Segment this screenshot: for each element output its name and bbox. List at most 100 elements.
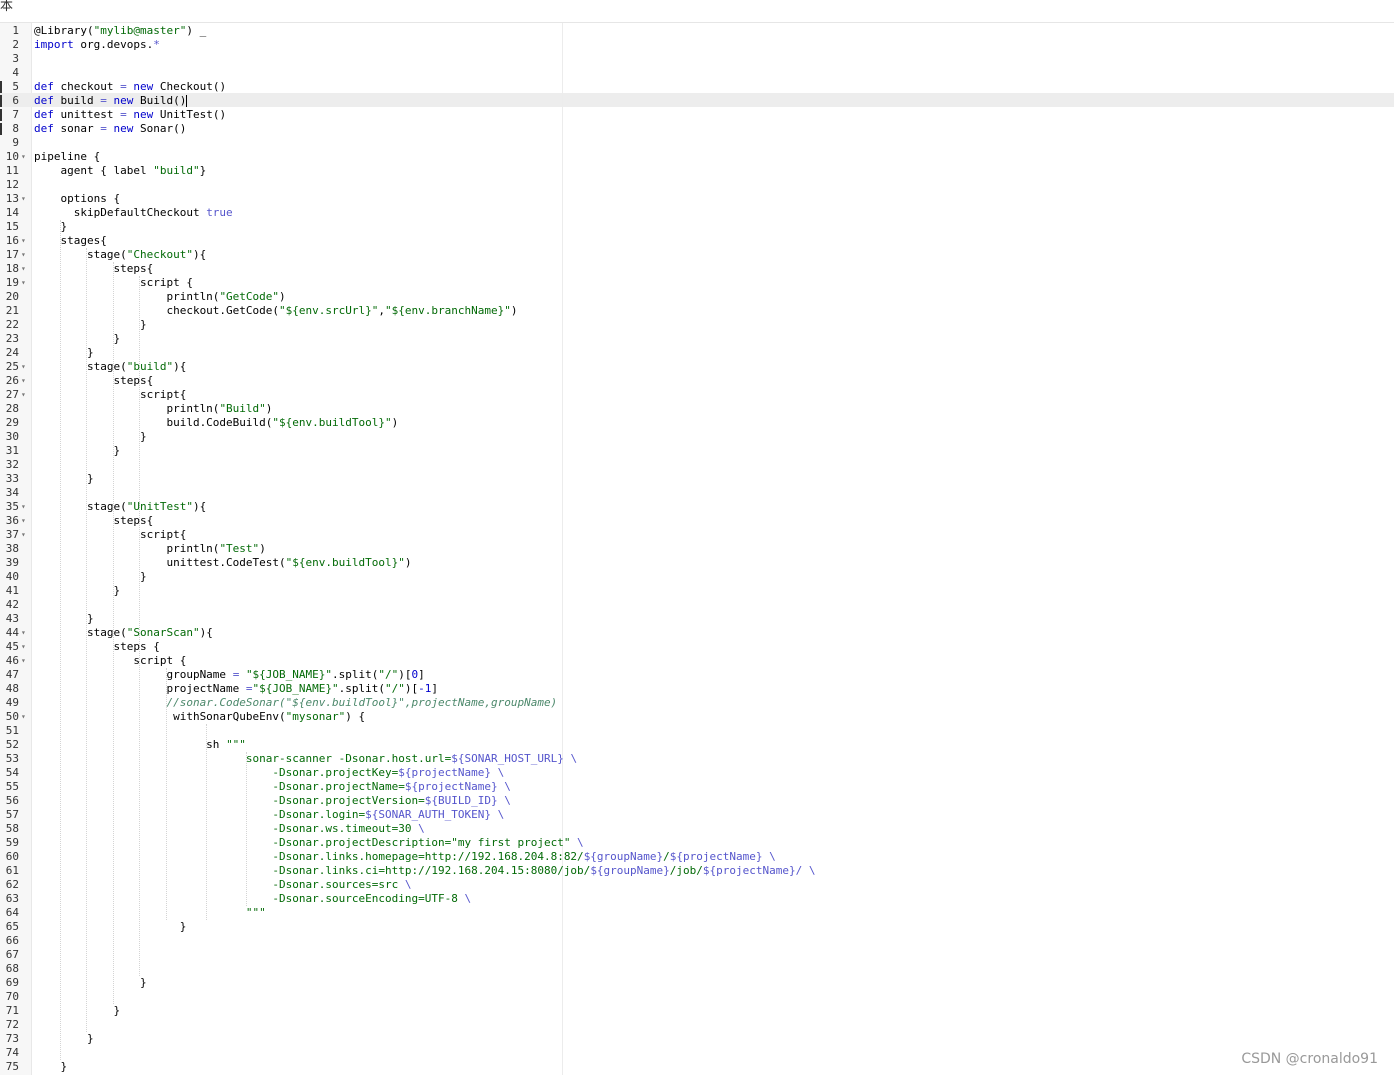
code-line[interactable]: 67 [0, 948, 1394, 962]
code-line[interactable]: 24 } [0, 346, 1394, 360]
line-number[interactable]: 55 [0, 780, 19, 794]
line-code[interactable]: -Dsonar.sourceEncoding=UTF-8 \ [34, 892, 471, 906]
fold-toggle-icon[interactable]: ▾ [21, 276, 26, 290]
line-number[interactable]: 27 [0, 388, 19, 402]
line-number[interactable]: 73 [0, 1032, 19, 1046]
line-number[interactable]: 66 [0, 934, 19, 948]
code-line[interactable]: 61 -Dsonar.links.ci=http://192.168.204.1… [0, 864, 1394, 878]
line-number[interactable]: 29 [0, 416, 19, 430]
fold-toggle-icon[interactable]: ▾ [21, 710, 26, 724]
line-code[interactable]: //sonar.CodeSonar("${env.buildTool}",pro… [34, 696, 557, 710]
line-number[interactable]: 2 [0, 38, 19, 52]
code-line[interactable]: 56 -Dsonar.projectVersion=${BUILD_ID} \ [0, 794, 1394, 808]
line-code[interactable]: def checkout = new Checkout() [34, 80, 226, 94]
code-line[interactable]: 16 ▾ stages{ [0, 234, 1394, 248]
code-line[interactable]: 43 } [0, 612, 1394, 626]
line-number[interactable]: 46 [0, 654, 19, 668]
line-number[interactable]: 44 [0, 626, 19, 640]
code-line[interactable]: 62 -Dsonar.sources=src \ [0, 878, 1394, 892]
line-number[interactable]: 3 [0, 52, 19, 66]
line-code[interactable]: def sonar = new Sonar() [34, 122, 186, 136]
line-number[interactable]: 51 [0, 724, 19, 738]
fold-toggle-icon[interactable]: ▾ [21, 626, 26, 640]
code-line[interactable]: 2 import org.devops.* [0, 38, 1394, 52]
code-line[interactable]: 49 //sonar.CodeSonar("${env.buildTool}",… [0, 696, 1394, 710]
code-line[interactable]: 36 ▾ steps{ [0, 514, 1394, 528]
line-number[interactable]: 57 [0, 808, 19, 822]
code-line[interactable]: 55 -Dsonar.projectName=${projectName} \ [0, 780, 1394, 794]
line-code[interactable]: sh """ [34, 738, 246, 752]
code-line[interactable]: 37 ▾ script{ [0, 528, 1394, 542]
code-line[interactable]: 74 [0, 1046, 1394, 1060]
code-line[interactable]: 35 ▾ stage("UnitTest"){ [0, 500, 1394, 514]
line-code[interactable]: steps{ [34, 374, 153, 388]
fold-toggle-icon[interactable]: ▾ [21, 248, 26, 262]
line-code[interactable]: script { [34, 276, 193, 290]
line-number[interactable]: 48 [0, 682, 19, 696]
line-number[interactable]: 42 [0, 598, 19, 612]
line-number[interactable]: 75 [0, 1060, 19, 1074]
line-number[interactable]: 4 [0, 66, 19, 80]
line-number[interactable]: 40 [0, 570, 19, 584]
line-code[interactable]: } [34, 1060, 67, 1074]
line-code[interactable]: } [34, 584, 120, 598]
line-number[interactable]: 41 [0, 584, 19, 598]
line-number[interactable]: 8 [0, 122, 19, 136]
fold-toggle-icon[interactable]: ▾ [21, 234, 26, 248]
code-line[interactable]: 52 sh """ [0, 738, 1394, 752]
line-code[interactable]: } [34, 612, 94, 626]
line-code[interactable]: stage("SonarScan"){ [34, 626, 213, 640]
code-line[interactable]: 47 groupName = "${JOB_NAME}".split("/")[… [0, 668, 1394, 682]
code-line[interactable]: 58 -Dsonar.ws.timeout=30 \ [0, 822, 1394, 836]
line-code[interactable]: agent { label "build"} [34, 164, 206, 178]
line-number[interactable]: 36 [0, 514, 19, 528]
line-code[interactable]: -Dsonar.links.ci=http://192.168.204.15:8… [34, 864, 815, 878]
code-line[interactable]: 45 ▾ steps { [0, 640, 1394, 654]
line-number[interactable]: 63 [0, 892, 19, 906]
code-line[interactable]: 54 -Dsonar.projectKey=${projectName} \ [0, 766, 1394, 780]
line-number[interactable]: 31 [0, 444, 19, 458]
line-number[interactable]: 20 [0, 290, 19, 304]
line-number[interactable]: 74 [0, 1046, 19, 1060]
code-line[interactable]: 57 -Dsonar.login=${SONAR_AUTH_TOKEN} \ [0, 808, 1394, 822]
code-line[interactable]: 41 } [0, 584, 1394, 598]
line-number[interactable]: 30 [0, 430, 19, 444]
line-number[interactable]: 67 [0, 948, 19, 962]
line-number[interactable]: 23 [0, 332, 19, 346]
line-code[interactable]: -Dsonar.sources=src \ [34, 878, 411, 892]
fold-toggle-icon[interactable]: ▾ [21, 374, 26, 388]
line-number[interactable]: 5 [0, 80, 19, 94]
code-editor[interactable]: 1 @Library("mylib@master") _ 2 import org.d… [0, 23, 1394, 1075]
line-number[interactable]: 60 [0, 850, 19, 864]
code-line[interactable]: 60 -Dsonar.links.homepage=http://192.168… [0, 850, 1394, 864]
code-line[interactable]: 40 } [0, 570, 1394, 584]
line-number[interactable]: 69 [0, 976, 19, 990]
line-number[interactable]: 62 [0, 878, 19, 892]
code-line[interactable]: 66 [0, 934, 1394, 948]
fold-toggle-icon[interactable]: ▾ [21, 262, 26, 276]
line-code[interactable]: } [34, 220, 67, 234]
line-code[interactable]: } [34, 430, 147, 444]
code-line[interactable]: 33 } [0, 472, 1394, 486]
line-code[interactable]: } [34, 920, 187, 934]
code-line[interactable]: 3 [0, 52, 1394, 66]
line-code[interactable]: def unittest = new UnitTest() [34, 108, 226, 122]
line-code[interactable]: """ [34, 906, 266, 920]
line-number[interactable]: 21 [0, 304, 19, 318]
line-code[interactable]: stage("build"){ [34, 360, 186, 374]
line-code[interactable]: -Dsonar.projectDescription="my first pro… [34, 836, 583, 850]
code-line[interactable]: 48 projectName ="${JOB_NAME}".split("/")… [0, 682, 1394, 696]
line-number[interactable]: 37 [0, 528, 19, 542]
line-number[interactable]: 1 [0, 24, 19, 38]
line-code[interactable]: pipeline { [34, 150, 100, 164]
line-code[interactable]: groupName = "${JOB_NAME}".split("/")[0] [34, 668, 424, 682]
code-line[interactable]: 15 } [0, 220, 1394, 234]
line-number[interactable]: 54 [0, 766, 19, 780]
code-line[interactable]: 12 [0, 178, 1394, 192]
line-number[interactable]: 56 [0, 794, 19, 808]
code-line[interactable]: 6 def build = new Build() [0, 94, 1394, 108]
line-code[interactable]: -Dsonar.ws.timeout=30 \ [34, 822, 424, 836]
line-code[interactable]: -Dsonar.projectVersion=${BUILD_ID} \ [34, 794, 510, 808]
line-code[interactable]: steps{ [34, 514, 153, 528]
line-number[interactable]: 35 [0, 500, 19, 514]
